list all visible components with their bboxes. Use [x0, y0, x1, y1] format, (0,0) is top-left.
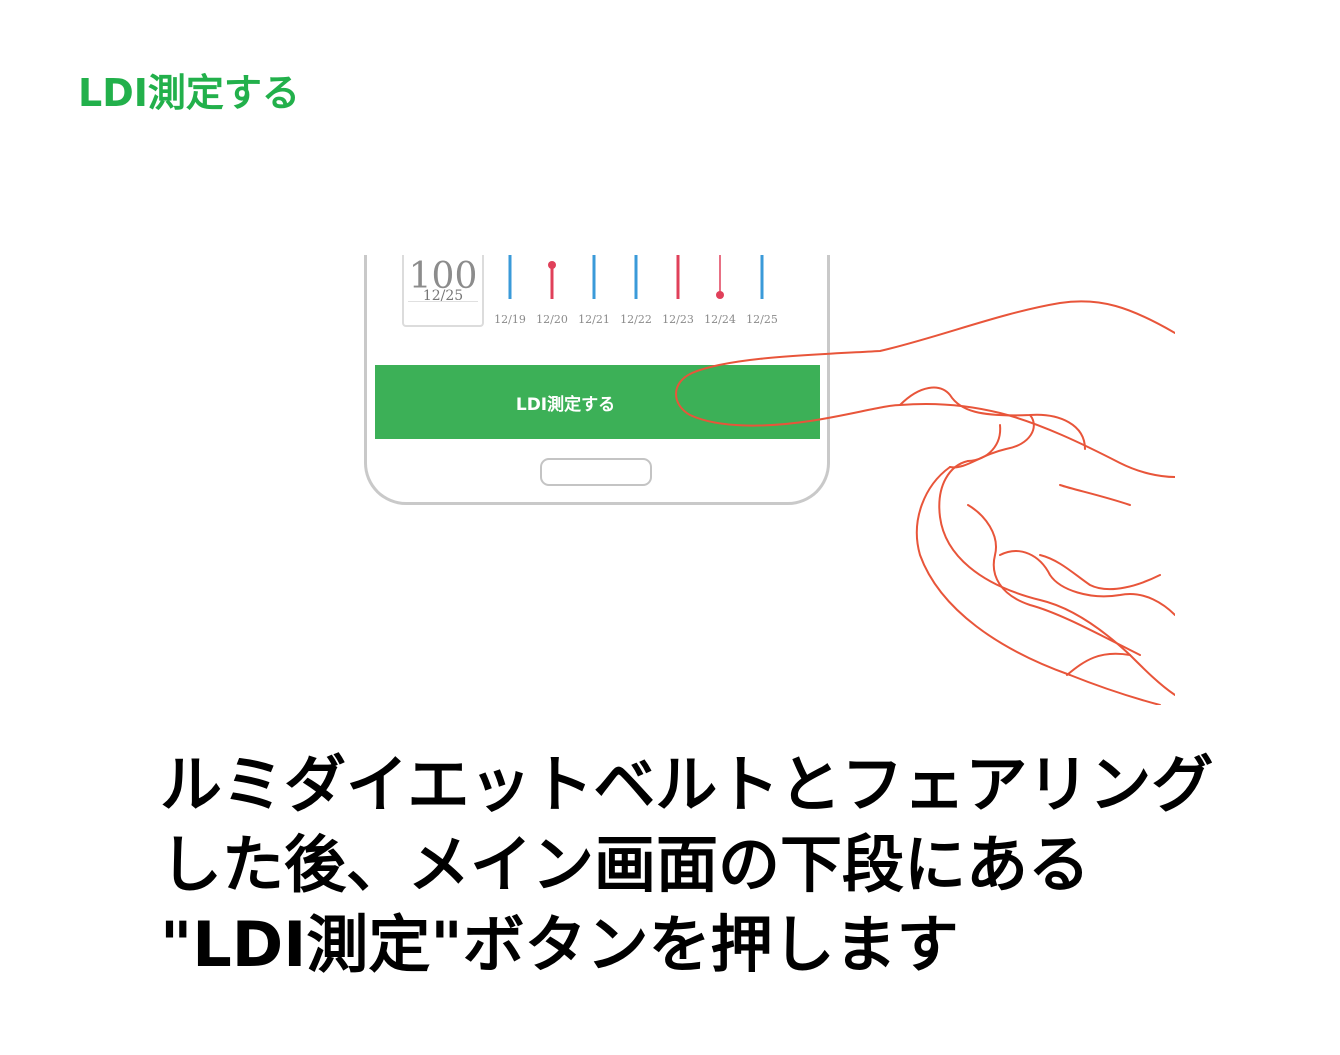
pointing-hand-icon — [675, 300, 1175, 705]
instruction-text: ルミダイエットベルトとフェアリング した後、メイン画面の下段にある "LDI測定… — [160, 745, 1220, 985]
instruction-line: した後、メイン画面の下段にある — [160, 828, 1091, 901]
page-title: LDI測定する — [78, 71, 300, 115]
instruction-line: ルミダイエットベルトとフェアリング — [160, 748, 1214, 821]
phone-illustration: 100 12/25 12/19 12/20 12/21 12/22 12/23 … — [340, 255, 1175, 705]
instruction-line: "LDI測定"ボタンを押します — [160, 908, 959, 981]
